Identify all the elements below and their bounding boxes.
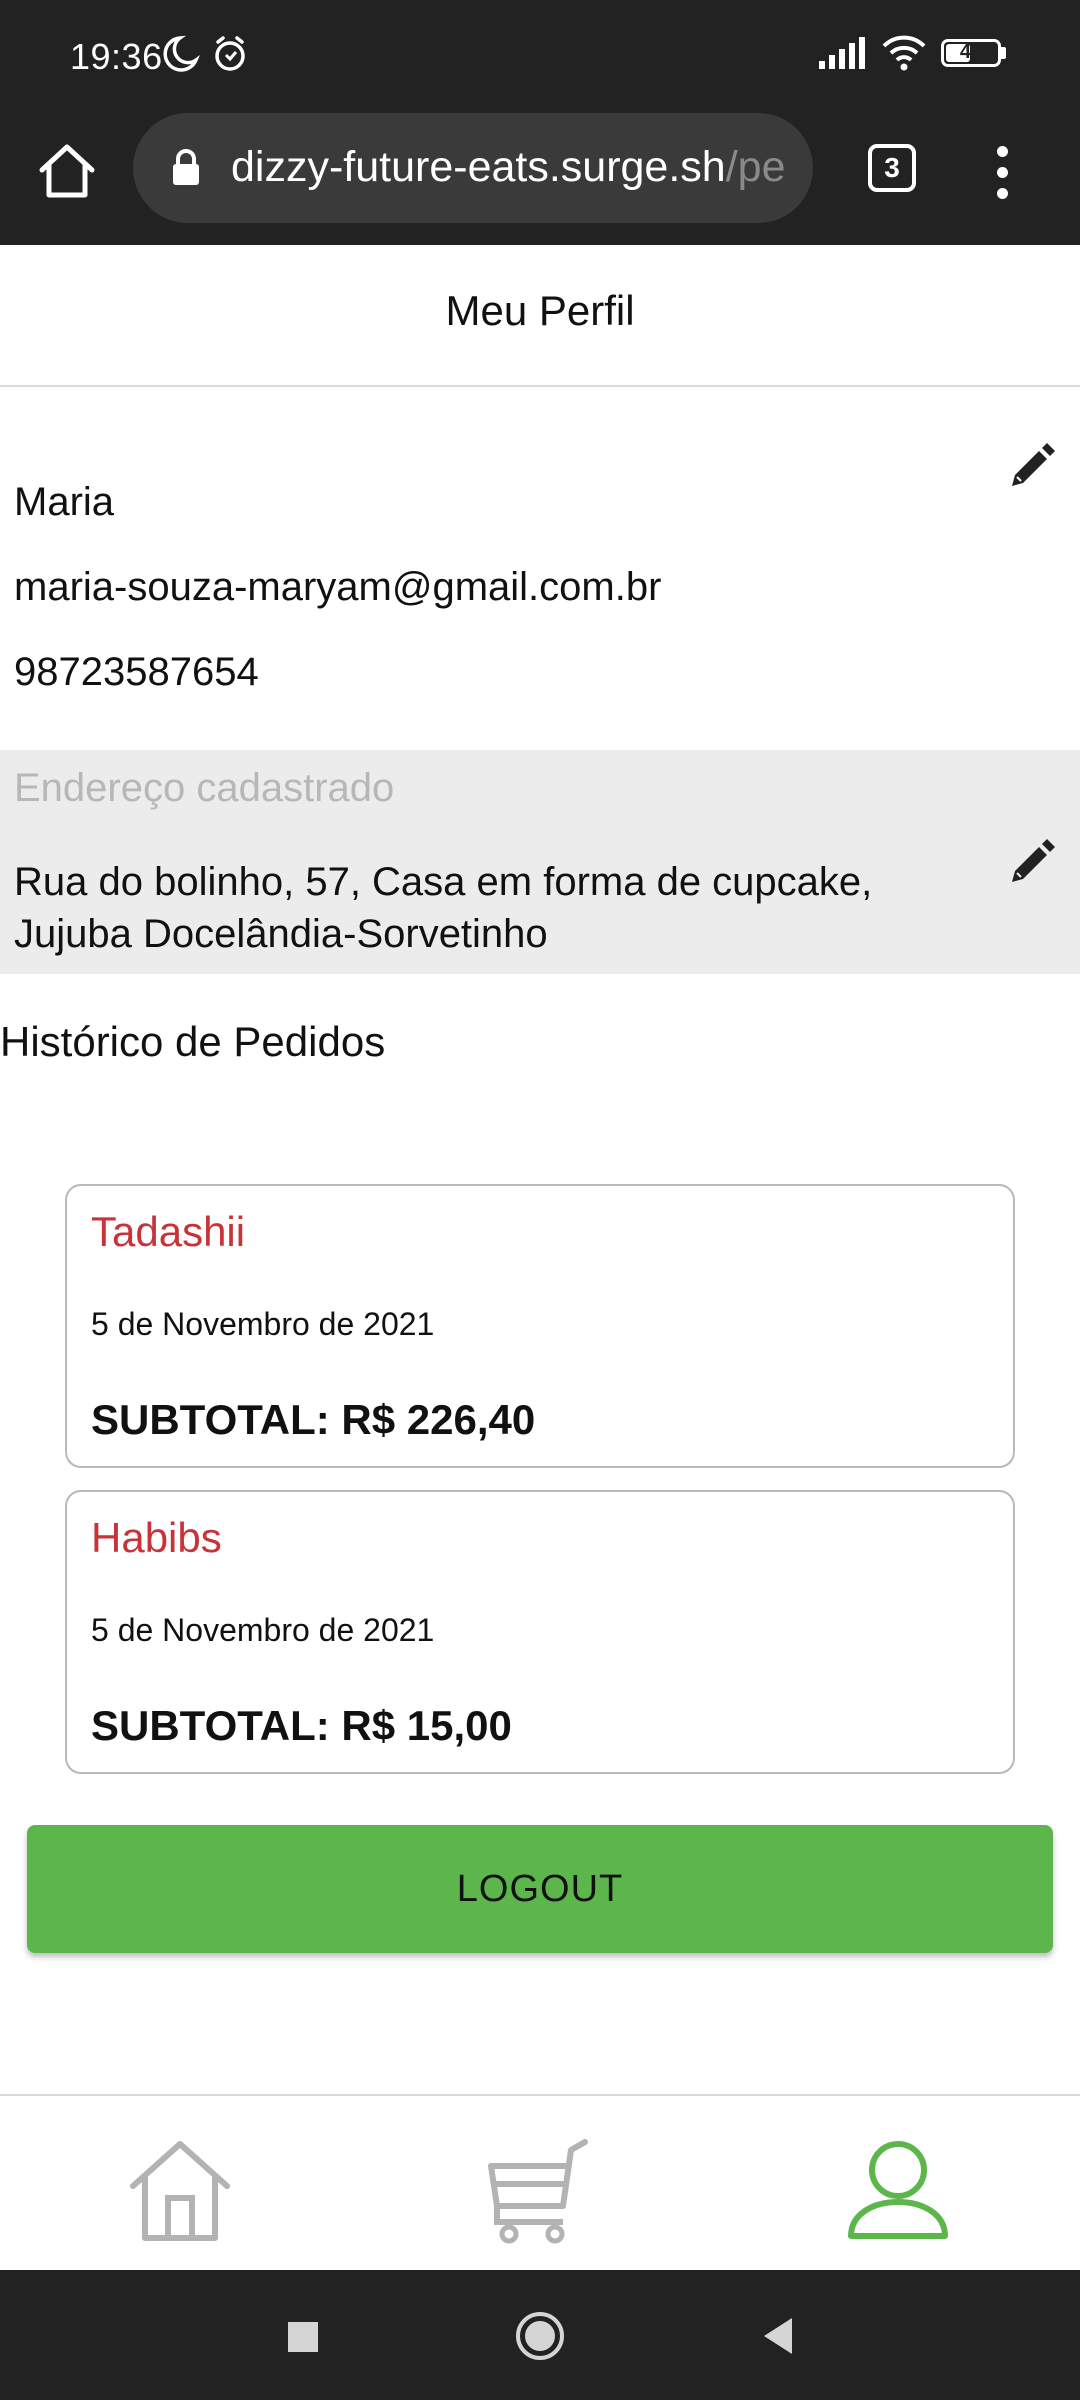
address-line-1: Rua do bolinho, 57, Casa em forma de cup… [14, 860, 873, 904]
url-tail: /pe [725, 143, 786, 191]
moon-alarm-icons [163, 35, 245, 72]
status-icons-right: 48 [819, 34, 1006, 72]
order-subtotal: SUBTOTAL: R$ 15,00 [91, 1702, 512, 1749]
cart-icon[interactable] [485, 2136, 595, 2246]
tab-switcher-button[interactable]: 3 [868, 144, 916, 192]
logout-button[interactable]: LOGOUT [27, 1825, 1053, 1953]
page-title: Meu Perfil [445, 287, 635, 334]
address-text: Rua do bolinho, 57, Casa em forma de cup… [14, 856, 914, 960]
status-icons-left [160, 34, 250, 79]
profile-name: Maria [14, 480, 115, 524]
back-icon[interactable] [752, 2310, 804, 2362]
home-circle-icon[interactable] [514, 2310, 566, 2362]
recents-icon[interactable] [276, 2310, 328, 2362]
home-icon[interactable] [125, 2136, 235, 2246]
order-subtotal: SUBTOTAL: R$ 226,40 [91, 1396, 536, 1443]
url-main: dizzy-future-eats.surge.sh [231, 143, 726, 191]
more-vert-icon[interactable] [994, 146, 1010, 206]
edit-address-pencil-icon[interactable] [1006, 838, 1056, 888]
status-time: 19:36 [70, 36, 163, 77]
order-card[interactable]: Tadashii 5 de Novembro de 2021 SUBTOTAL:… [65, 1184, 1015, 1468]
edit-profile-pencil-icon[interactable] [1006, 442, 1056, 492]
user-icon[interactable] [843, 2136, 953, 2246]
battery-nub [1001, 47, 1006, 59]
system-nav-bar [0, 2270, 1080, 2400]
battery-icon: 48 [941, 39, 1006, 67]
order-card[interactable]: Habibs 5 de Novembro de 2021 SUBTOTAL: R… [65, 1490, 1015, 1774]
order-date: 5 de Novembro de 2021 [91, 1306, 435, 1342]
battery-level: 48 [959, 41, 983, 63]
profile-phone: 98723587654 [14, 650, 259, 694]
home-icon[interactable] [36, 140, 98, 202]
battery: 48 [941, 39, 1001, 67]
order-history-title: Histórico de Pedidos [0, 1018, 386, 1065]
order-restaurant: Habibs [91, 1514, 222, 1561]
bottom-nav [0, 2094, 1080, 2272]
wifi-icon [882, 35, 926, 71]
browser-toolbar: dizzy-future-eats.surge.sh/pe 3 [0, 110, 1080, 245]
status-bar: 19:36 48 [0, 0, 1080, 110]
url-text[interactable]: dizzy-future-eats.surge.sh/pe [231, 143, 791, 192]
signal-icon [819, 37, 865, 69]
profile-email: maria-souza-maryam@gmail.com.br [14, 565, 662, 609]
address-label: Endereço cadastrado [14, 766, 395, 810]
address-section: Endereço cadastrado Rua do bolinho, 57, … [0, 750, 1080, 974]
address-bar[interactable]: dizzy-future-eats.surge.sh/pe [133, 113, 813, 223]
address-line-2: Jujuba Docelândia-Sorvetinho [14, 912, 548, 956]
page-header: Meu Perfil [0, 245, 1080, 387]
lock-icon [173, 149, 199, 185]
order-date: 5 de Novembro de 2021 [91, 1612, 435, 1648]
order-restaurant: Tadashii [91, 1208, 246, 1255]
profile-section: Maria maria-souza-maryam@gmail.com.br 98… [0, 387, 1080, 750]
